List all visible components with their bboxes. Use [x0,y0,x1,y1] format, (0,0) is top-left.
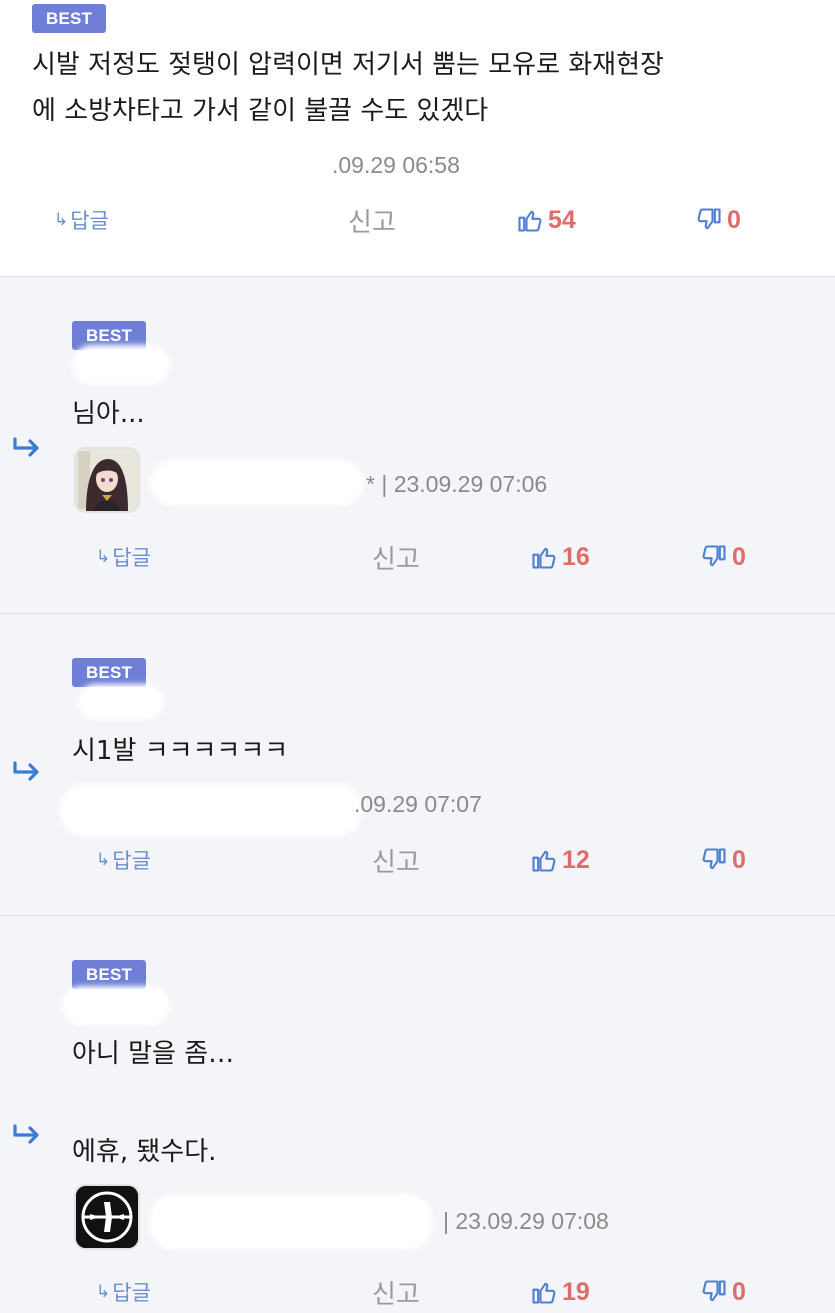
redacted-username [62,986,170,1026]
report-button[interactable]: 신고 [348,200,396,240]
thumbs-down-icon [702,545,726,567]
like-button[interactable]: 12 [530,840,590,880]
reply-arrow-icon: ↳ [96,547,111,566]
reply-button[interactable]: ↳ 답글 [96,1272,151,1312]
report-button[interactable]: 신고 [372,537,420,577]
thumbs-up-icon [518,210,542,232]
redacted-username [72,345,170,385]
user-avatar[interactable] [74,1184,140,1250]
comment-timestamp: .09.29 06:58 [332,152,460,178]
dislike-button[interactable]: 0 [700,1272,746,1312]
comment-text-line-1: 아니 말을 좀… [72,1039,235,1069]
dislike-count: 0 [732,542,746,571]
reply-label: 답글 [112,547,151,570]
like-button[interactable]: 54 [516,200,576,240]
reply-arrow-icon: ↳ [96,1282,111,1301]
comment-text-line-2: 에휴, 됐수다. [72,1137,217,1167]
airplane-avatar-icon [76,1186,138,1248]
thumbs-up-icon [532,1282,556,1304]
like-button[interactable]: 16 [530,537,590,577]
reply-indent-arrow-icon [13,437,39,457]
best-badge: BEST [32,4,107,33]
like-count: 54 [548,205,576,234]
comment-best-4: BEST 아니 말을 좀… 에휴, 됐수다. | 23.09.29 07:08 … [0,915,835,1313]
reply-button[interactable]: ↳ 답글 [54,200,109,240]
best-badge: BEST [72,658,147,687]
comment-timestamp: * | 23.09.29 07:06 [366,471,548,497]
user-avatar[interactable] [74,447,140,513]
dislike-count: 0 [732,1277,746,1306]
comment-timestamp: | 23.09.29 07:08 [443,1208,609,1234]
comment-actions: ↳ 답글 신고 12 0 [0,840,835,880]
dislike-count: 0 [732,845,746,874]
comment-text-line-1: 시발 저정도 젖탱이 압력이면 저기서 뿜는 모유로 화재현장 [32,50,664,80]
reply-arrow-icon: ↳ [54,210,69,229]
comment-actions: ↳ 답글 신고 19 0 [0,1272,835,1312]
reply-indent-arrow-icon [13,1124,39,1144]
reply-label: 답글 [70,210,109,233]
reply-label: 답글 [112,1282,151,1305]
dislike-count: 0 [727,205,741,234]
redacted-nickname [150,1194,432,1250]
report-button[interactable]: 신고 [372,840,420,880]
thumbs-down-icon [702,848,726,870]
like-count: 16 [562,542,590,571]
reply-indent-arrow-icon [13,761,39,781]
reply-button[interactable]: ↳ 답글 [96,840,151,880]
anime-girl-avatar-icon [76,449,138,511]
comment-best-1: BEST 시발 저정도 젖탱이 압력이면 저기서 뿜는 모유로 화재현장 에 소… [0,0,835,276]
report-button[interactable]: 신고 [372,1272,420,1312]
redacted-nickname [60,784,362,836]
comment-timestamp: .09.29 07:07 [354,791,482,817]
comment-text-line-2: 에 소방차타고 가서 같이 불끌 수도 있겠다 [32,96,489,126]
comment-actions: ↳ 답글 신고 16 0 [0,537,835,577]
comment-best-2: BEST 님아... * | 23.09.29 07:06 ↳ 답글 신고 16… [0,276,835,613]
like-count: 19 [562,1277,590,1306]
dislike-button[interactable]: 0 [695,200,741,240]
redacted-nickname [150,460,364,506]
dislike-button[interactable]: 0 [700,537,746,577]
comment-best-3: BEST 시1발 ㅋㅋㅋㅋㅋㅋ .09.29 07:07 ↳ 답글 신고 12 … [0,613,835,915]
best-badge: BEST [72,960,147,989]
thumbs-down-icon [702,1280,726,1302]
dislike-button[interactable]: 0 [700,840,746,880]
thumbs-up-icon [532,850,556,872]
like-count: 12 [562,845,590,874]
comment-actions: ↳ 답글 신고 54 0 [0,200,835,240]
comment-text: 시1발 ㅋㅋㅋㅋㅋㅋ [72,736,289,766]
like-button[interactable]: 19 [530,1272,590,1312]
thumbs-down-icon [697,208,721,230]
reply-button[interactable]: ↳ 답글 [96,537,151,577]
thumbs-up-icon [532,547,556,569]
redacted-username [78,684,164,720]
reply-arrow-icon: ↳ [96,850,111,869]
reply-label: 답글 [112,850,151,873]
comment-text: 님아... [72,399,145,429]
